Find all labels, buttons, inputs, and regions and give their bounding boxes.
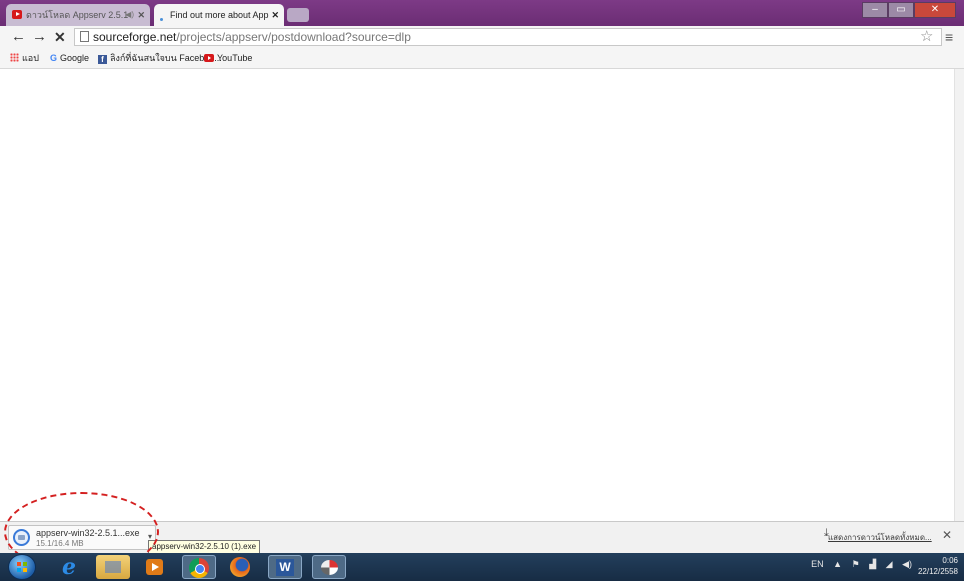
vertical-scrollbar[interactable] [954, 69, 964, 521]
action-center-flag-icon[interactable]: ⚑ [852, 559, 860, 569]
bookmark-google[interactable]: G Google [50, 52, 89, 64]
clock-time: 0:06 [942, 556, 958, 565]
download-item[interactable]: appserv-win32-2.5.1...exe 15.1/16.4 MB ▾ [8, 525, 156, 550]
forward-button[interactable]: → [32, 28, 47, 46]
window-controls: – ▭ ✕ [862, 2, 956, 18]
navigation-toolbar: ← → ✕ sourceforge.net/projects/appserv/p… [0, 26, 964, 48]
download-tooltip: appserv-win32-2.5.10 (1).exe [148, 540, 261, 554]
show-hidden-icons-icon[interactable]: ▲ [833, 559, 842, 569]
file-explorer-icon[interactable] [96, 555, 130, 579]
windows-taskbar: e EN ▲ ⚑ ▟ ◢ ◀) 0:06 22/12/2558 [0, 553, 964, 581]
system-tray: EN ▲ ⚑ ▟ ◢ ◀) [804, 559, 912, 570]
page-icon [80, 31, 89, 42]
maximize-button[interactable]: ▭ [888, 2, 914, 18]
close-download-shelf-button[interactable]: ✕ [942, 528, 952, 542]
tab-label: ดาวน์โหลด Appserv 2.5.1 [26, 10, 129, 20]
facebook-icon: f [98, 55, 107, 64]
close-tab-icon[interactable]: ✕ [137, 4, 145, 26]
youtube-icon [204, 54, 214, 62]
back-button[interactable]: ← [11, 28, 26, 46]
download-size: 15.1/16.4 MB [36, 539, 84, 548]
bookmark-youtube[interactable]: YouTube [204, 52, 252, 64]
youtube-icon [12, 10, 22, 19]
media-player-icon[interactable] [138, 555, 172, 579]
tab-label: Find out more about App [170, 10, 269, 20]
bookmark-label: Google [60, 53, 90, 63]
chrome-icon[interactable] [182, 555, 216, 579]
system-clock[interactable]: 0:06 22/12/2558 [910, 555, 958, 577]
network-icon[interactable]: ▟ [869, 559, 876, 569]
new-tab-button[interactable] [287, 8, 309, 22]
stop-loading-button[interactable]: ✕ [54, 28, 66, 46]
clock-date: 22/12/2558 [917, 567, 958, 576]
menu-icon[interactable]: ≡ [945, 26, 953, 48]
bookmark-apps[interactable]: แอป [10, 52, 39, 64]
audio-icon[interactable]: ◀) [125, 4, 134, 26]
firefox-icon[interactable] [224, 555, 258, 579]
url-text: sourceforge.net/projects/appserv/postdow… [93, 29, 411, 45]
app-icon[interactable] [312, 555, 346, 579]
download-shelf: appserv-win32-2.5.1...exe 15.1/16.4 MB ▾… [0, 521, 964, 554]
url-path: /projects/appserv/postdownload?source=dl… [176, 30, 411, 44]
apps-grid-icon [10, 53, 19, 62]
loading-icon [160, 18, 163, 21]
bookmark-label: YouTube [217, 53, 253, 63]
close-tab-icon[interactable]: ✕ [271, 4, 279, 26]
show-all-downloads-link[interactable]: แสดงการดาวน์โหลดทั้งหมด... [828, 531, 932, 544]
start-button[interactable] [8, 554, 36, 580]
language-indicator[interactable]: EN [811, 559, 824, 569]
internet-explorer-icon[interactable]: e [52, 555, 86, 579]
tab-appserv-download[interactable]: ดาวน์โหลด Appserv 2.5.1 ◀) ✕ [6, 4, 150, 26]
google-icon: G [50, 53, 58, 63]
close-window-button[interactable]: ✕ [914, 2, 956, 18]
signal-icon[interactable]: ◢ [886, 559, 893, 569]
bookmark-label: แอป [22, 53, 39, 63]
word-icon[interactable] [268, 555, 302, 579]
minimize-button[interactable]: – [862, 2, 888, 18]
url-host: sourceforge.net [93, 30, 177, 44]
download-progress-icon [13, 529, 30, 546]
bookmark-star-icon[interactable]: ☆ [920, 26, 933, 48]
tab-find-out-more[interactable]: Find out more about App ✕ [154, 4, 284, 26]
bookmarks-bar: แอป G Google f ลิงก์ที่ฉันสนใจบน Faceboo..… [0, 48, 964, 69]
download-filename: appserv-win32-2.5.1...exe [36, 528, 140, 538]
address-bar[interactable]: sourceforge.net/projects/appserv/postdow… [74, 28, 942, 46]
page-content [0, 69, 964, 521]
browser-title-bar: ดาวน์โหลด Appserv 2.5.1 ◀) ✕ Find out mo… [0, 0, 964, 26]
